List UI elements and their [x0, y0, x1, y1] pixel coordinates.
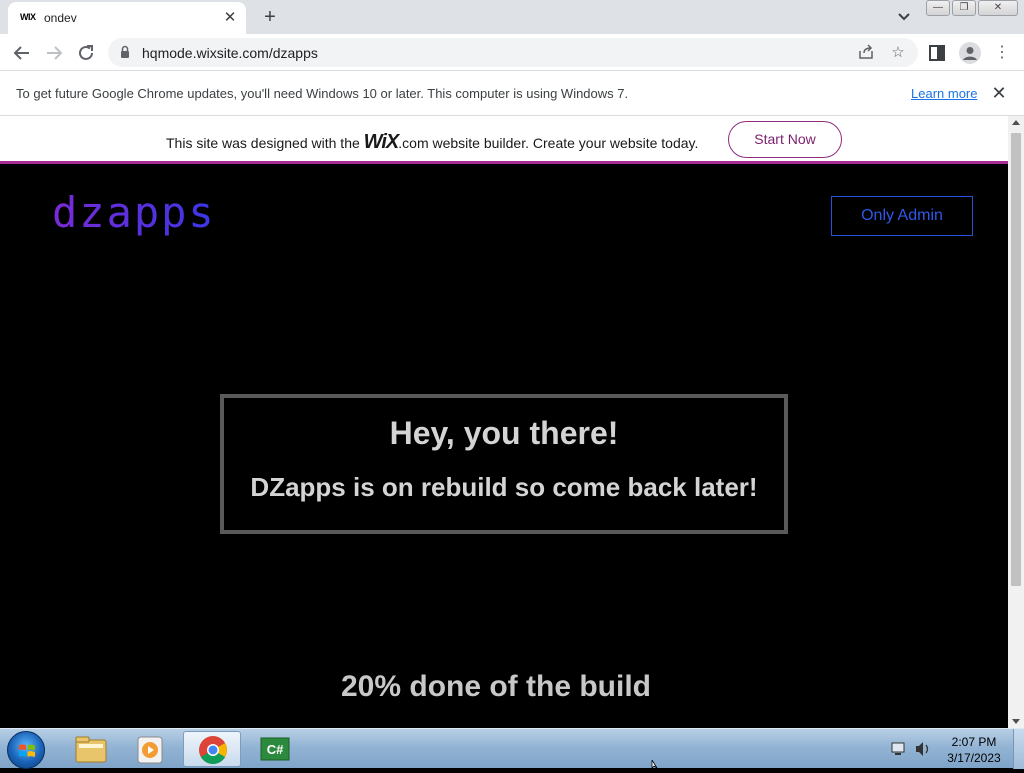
- show-desktop-button[interactable]: [1013, 729, 1024, 769]
- infobar-message: To get future Google Chrome updates, you…: [16, 86, 629, 101]
- wix-banner: This site was designed with the WiX.com …: [0, 116, 1008, 164]
- wix-logo: WiX: [363, 131, 400, 153]
- mouse-cursor-icon: [651, 760, 658, 768]
- minimize-button[interactable]: —: [926, 0, 950, 16]
- tab-search-icon[interactable]: [894, 8, 914, 26]
- reload-icon[interactable]: [73, 40, 99, 66]
- start-now-button[interactable]: Start Now: [728, 121, 842, 158]
- side-panel-icon[interactable]: [926, 42, 948, 64]
- network-icon[interactable]: [891, 742, 905, 755]
- chrome-icon[interactable]: [183, 731, 241, 767]
- address-bar[interactable]: hqmode.wixsite.com/dzapps ☆: [108, 38, 918, 67]
- menu-icon[interactable]: ⋮: [991, 42, 1013, 64]
- volume-icon[interactable]: [916, 742, 929, 756]
- update-infobar: To get future Google Chrome updates, you…: [0, 71, 1024, 116]
- clock-date: 3/17/2023: [947, 751, 1001, 765]
- file-explorer-icon[interactable]: [62, 731, 120, 767]
- restore-button[interactable]: ❐: [952, 0, 976, 16]
- windows-taskbar: C# 2:07 PM 3/17/2023: [0, 728, 1024, 769]
- system-tray: [888, 738, 948, 760]
- build-progress-text: 20% done of the build: [340, 670, 651, 703]
- tab-ondev[interactable]: WIX ondev ✕: [8, 2, 246, 34]
- page-viewport: This site was designed with the WiX.com …: [0, 116, 1008, 728]
- infobar-close-icon[interactable]: ✕: [988, 82, 1010, 104]
- browser-toolbar: hqmode.wixsite.com/dzapps ☆ ⋮: [0, 34, 1024, 71]
- back-icon[interactable]: [9, 40, 35, 66]
- wix-banner-prefix: This site was designed with the: [166, 135, 364, 151]
- notice-title: Hey, you there!: [389, 415, 619, 451]
- star-icon[interactable]: ☆: [888, 43, 908, 63]
- share-icon[interactable]: [856, 43, 876, 63]
- lock-icon[interactable]: [120, 45, 130, 59]
- wix-favicon-icon: WIX: [20, 12, 36, 22]
- scroll-down-arrow-icon[interactable]: [1012, 719, 1020, 724]
- taskbar-clock[interactable]: 2:07 PM 3/17/2023: [940, 734, 1008, 766]
- rebuild-notice-box: Hey, you there! DZapps is on rebuild so …: [220, 394, 788, 534]
- wix-dotcom: .com: [398, 135, 429, 151]
- only-admin-button[interactable]: Only Admin: [831, 196, 973, 236]
- scroll-up-arrow-icon[interactable]: [1012, 120, 1020, 125]
- scroll-thumb[interactable]: [1011, 133, 1021, 586]
- learn-more-link[interactable]: Learn more: [911, 86, 977, 101]
- notice-body: DZapps is on rebuild so come back later!: [250, 472, 758, 502]
- forward-icon[interactable]: [41, 40, 67, 66]
- media-player-icon[interactable]: [122, 731, 180, 767]
- windows-logo-icon: [19, 744, 35, 757]
- tab-close-icon[interactable]: ✕: [220, 8, 240, 28]
- window-controls: — ❐ ✕: [926, 0, 1018, 18]
- profile-icon[interactable]: [959, 42, 981, 64]
- svg-text:C#: C#: [267, 742, 284, 757]
- clock-time: 2:07 PM: [951, 735, 997, 749]
- wix-banner-suffix: website builder. Create your website tod…: [428, 135, 699, 151]
- csharp-app-icon[interactable]: C#: [246, 731, 304, 767]
- site-logo[interactable]: dzapps: [52, 188, 216, 237]
- window-close-button[interactable]: ✕: [978, 0, 1018, 16]
- start-button[interactable]: [7, 731, 45, 769]
- page-scrollbar[interactable]: [1008, 116, 1024, 728]
- tab-title: ondev: [44, 11, 77, 25]
- new-tab-button[interactable]: +: [258, 5, 282, 29]
- wix-banner-text: This site was designed with the WiX.com …: [166, 131, 698, 154]
- url-text: hqmode.wixsite.com/dzapps: [142, 45, 318, 61]
- browser-tabstrip: WIX ondev ✕ + — ❐ ✕: [0, 0, 1024, 34]
